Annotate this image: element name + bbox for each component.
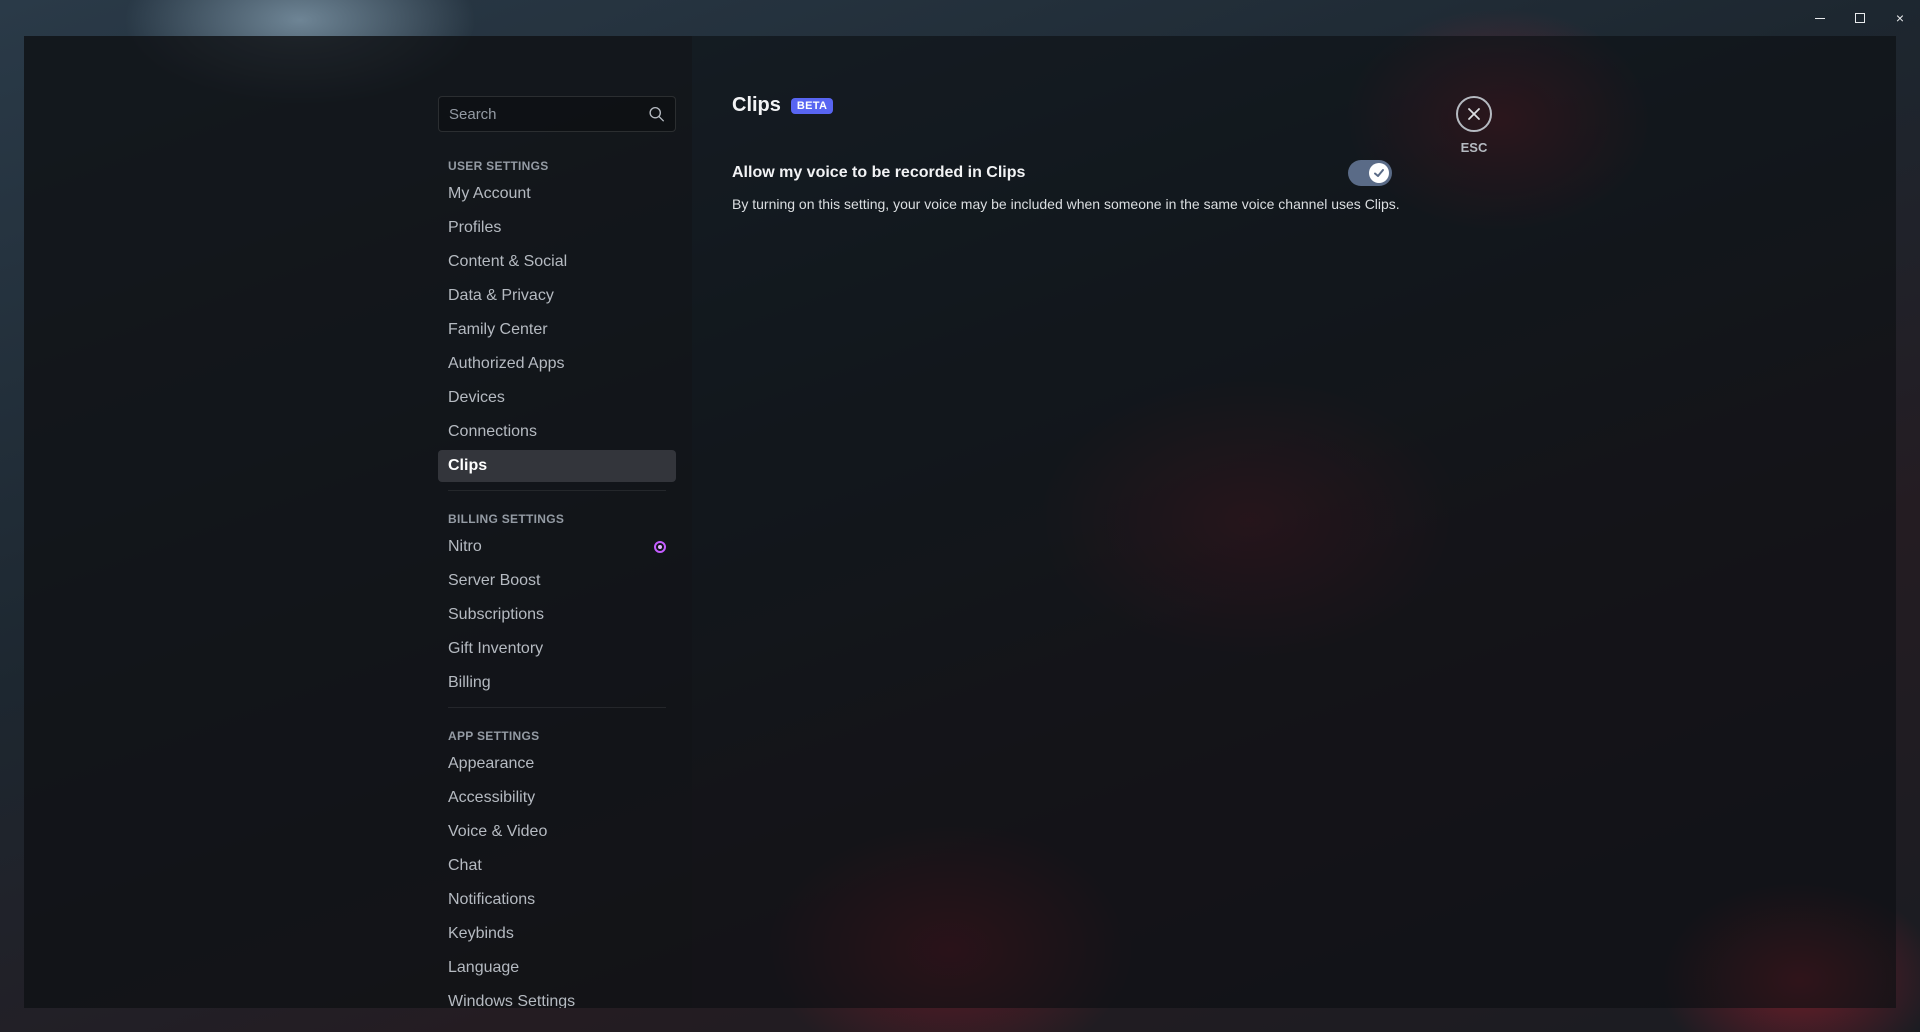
sidebar-item-gift-inventory[interactable]: Gift Inventory <box>438 633 676 665</box>
sidebar-item-label: Accessibility <box>448 789 536 806</box>
sidebar-item-nitro[interactable]: Nitro <box>438 531 676 563</box>
minimize-button[interactable] <box>1800 0 1840 36</box>
sidebar-item-subscriptions[interactable]: Subscriptions <box>438 599 676 631</box>
sidebar-item-label: Windows Settings <box>448 993 576 1008</box>
window-controls: × <box>1800 0 1920 36</box>
search-input[interactable] <box>449 105 648 123</box>
sidebar-item-windows-settings[interactable]: Windows Settings <box>438 986 676 1008</box>
sidebar-item-label: Nitro <box>448 538 482 555</box>
close-button[interactable] <box>1456 96 1492 132</box>
setting-description: By turning on this setting, your voice m… <box>732 196 1400 212</box>
beta-badge: BETA <box>790 97 834 114</box>
sidebar-item-label: Authorized Apps <box>448 355 565 372</box>
settings-content: Clips BETA Allow my voice to be recorded… <box>692 36 1896 1008</box>
sidebar-item-label: Notifications <box>448 891 536 908</box>
section-divider <box>448 707 666 708</box>
sidebar-item-label: My Account <box>448 185 531 202</box>
page-header: Clips BETA <box>732 94 834 117</box>
voice-recording-setting: Allow my voice to be recorded in Clips <box>732 160 1392 186</box>
sidebar-item-accessibility[interactable]: Accessibility <box>438 782 676 814</box>
section-header: User Settings <box>448 159 549 173</box>
sidebar-item-my-account[interactable]: My Account <box>438 178 676 210</box>
sidebar-item-label: Keybinds <box>448 925 514 942</box>
section-header: App Settings <box>448 729 540 743</box>
sidebar-item-label: Server Boost <box>448 572 541 589</box>
sidebar-item-language[interactable]: Language <box>438 952 676 984</box>
close-icon: × <box>1895 10 1905 26</box>
sidebar-item-notifications[interactable]: Notifications <box>438 884 676 916</box>
sidebar-item-label: Gift Inventory <box>448 640 544 657</box>
sidebar-item-label: Data & Privacy <box>448 287 554 304</box>
sidebar-item-label: Language <box>448 959 520 976</box>
sidebar-item-label: Family Center <box>448 321 548 338</box>
sidebar-item-family-center[interactable]: Family Center <box>438 314 676 346</box>
sidebar-item-label: Subscriptions <box>448 606 545 623</box>
nitro-icon <box>654 541 666 553</box>
sidebar-item-billing[interactable]: Billing <box>438 667 676 699</box>
sidebar-item-label: Devices <box>448 389 505 406</box>
sidebar-item-authorized-apps[interactable]: Authorized Apps <box>438 348 676 380</box>
page-title: Clips <box>732 94 781 116</box>
close-settings: ESC <box>1456 96 1492 155</box>
sidebar-item-label: Appearance <box>448 755 535 772</box>
sidebar-item-data-privacy[interactable]: Data & Privacy <box>438 280 676 312</box>
settings-overlay: User Settings My Account Profiles Content &… <box>24 36 1896 1008</box>
sidebar-item-profiles[interactable]: Profiles <box>438 212 676 244</box>
sidebar-item-label: Profiles <box>448 219 502 236</box>
setting-label: Allow my voice to be recorded in Clips <box>732 164 1026 181</box>
sidebar-item-voice-video[interactable]: Voice & Video <box>438 816 676 848</box>
sidebar-item-label: Chat <box>448 857 482 874</box>
sidebar-item-label: Connections <box>448 423 537 440</box>
esc-label: ESC <box>1460 140 1488 155</box>
section-header: Billing Settings <box>448 512 565 526</box>
maximize-button[interactable] <box>1840 0 1880 36</box>
sidebar-item-appearance[interactable]: Appearance <box>438 748 676 780</box>
sidebar-item-keybinds[interactable]: Keybinds <box>438 918 676 950</box>
window-close-button[interactable]: × <box>1880 0 1920 36</box>
sidebar-item-connections[interactable]: Connections <box>438 416 676 448</box>
sidebar-item-clips[interactable]: Clips <box>438 450 676 482</box>
checkmark-icon <box>1374 169 1384 177</box>
close-icon <box>1468 108 1480 120</box>
sidebar-nav: User Settings My Account Profiles Content &… <box>438 96 676 1008</box>
voice-recording-toggle[interactable] <box>1348 160 1392 186</box>
sidebar-item-server-boost[interactable]: Server Boost <box>438 565 676 597</box>
maximize-icon <box>1855 13 1865 23</box>
sidebar-item-label: Voice & Video <box>448 823 548 840</box>
sidebar-item-label: Clips <box>448 457 488 474</box>
settings-sidebar: User Settings My Account Profiles Content &… <box>24 36 692 1008</box>
sidebar-item-label: Content & Social <box>448 253 568 270</box>
sidebar-item-content-social[interactable]: Content & Social <box>438 246 676 278</box>
nav-sections: User Settings My Account Profiles Content &… <box>438 156 676 1008</box>
toggle-knob <box>1369 163 1389 183</box>
section-divider <box>448 490 666 491</box>
sidebar-item-chat[interactable]: Chat <box>438 850 676 882</box>
search-icon[interactable] <box>648 104 665 124</box>
sidebar-item-label: Billing <box>448 674 491 691</box>
sidebar-item-devices[interactable]: Devices <box>438 382 676 414</box>
minimize-icon <box>1815 17 1825 19</box>
search-box[interactable] <box>438 96 676 132</box>
